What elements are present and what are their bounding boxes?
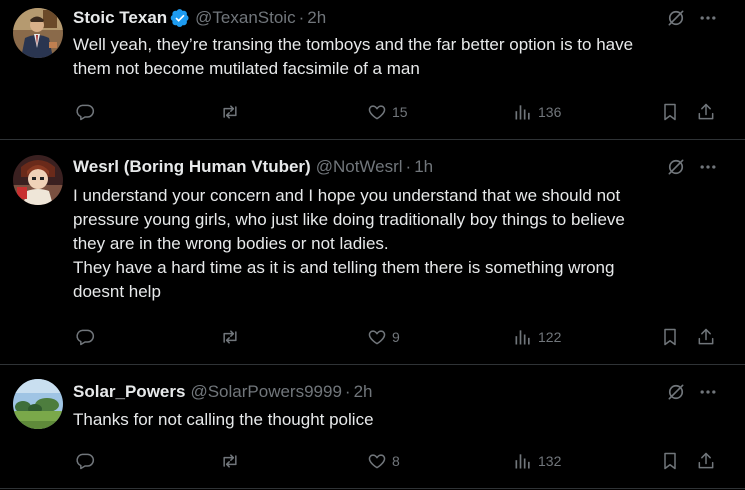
avatar-image-landscape <box>13 379 63 429</box>
share-icon <box>698 328 714 345</box>
avatar[interactable] <box>13 8 63 58</box>
grok-icon[interactable] <box>664 380 688 404</box>
bookmark-button[interactable] <box>660 100 680 124</box>
repost-icon <box>223 330 237 344</box>
like-count: 9 <box>392 329 400 345</box>
reply-icon <box>76 453 95 470</box>
view-count: 122 <box>538 329 562 345</box>
share-icon <box>698 103 714 120</box>
heart-icon <box>368 105 386 120</box>
separator-dot: · <box>405 157 412 176</box>
like-count: 15 <box>392 104 408 120</box>
tweet-actions: 9 122 <box>73 325 723 349</box>
view-count: 136 <box>538 104 562 120</box>
more-options-icon[interactable] <box>696 6 720 30</box>
reply-button[interactable] <box>75 325 100 349</box>
like-button[interactable]: 15 <box>367 100 408 124</box>
user-handle[interactable]: @SolarPowers9999 <box>190 381 341 403</box>
more-options-icon[interactable] <box>696 155 720 179</box>
grok-icon[interactable] <box>664 155 688 179</box>
display-name[interactable]: Solar_Powers <box>73 381 185 403</box>
reply-button[interactable] <box>75 449 100 473</box>
avatar[interactable] <box>13 155 63 205</box>
tweet-actions: 15 136 <box>73 100 723 124</box>
tweet-text-line: pressure young girls, who just like doin… <box>73 210 625 229</box>
timestamp[interactable]: 1h <box>414 156 433 178</box>
view-count: 132 <box>538 453 562 469</box>
bookmark-icon <box>664 328 676 346</box>
views-icon <box>515 330 530 345</box>
heart-icon <box>368 330 386 345</box>
tweet-text-line: them not become mutilated facsimile of a… <box>73 59 420 78</box>
views-icon <box>515 454 530 469</box>
user-handle[interactable]: @NotWesrl <box>316 156 403 178</box>
share-button[interactable] <box>696 100 716 124</box>
views-button[interactable]: 136 <box>513 100 561 124</box>
bookmark-icon <box>664 452 676 470</box>
bookmark-icon <box>664 103 676 121</box>
separator-dot: · <box>298 8 305 27</box>
like-button[interactable]: 9 <box>367 325 400 349</box>
avatar[interactable] <box>13 379 63 429</box>
repost-button[interactable] <box>220 325 245 349</box>
avatar-image-man-in-suit <box>13 8 63 58</box>
repost-button[interactable] <box>220 449 245 473</box>
like-button[interactable]: 8 <box>367 449 400 473</box>
tweet[interactable]: Wesrl (Boring Human Vtuber) @NotWesrl · … <box>0 140 745 364</box>
repost-icon <box>223 454 237 468</box>
tweet[interactable]: Stoic Texan @TexanStoic · 2h Well yeah, … <box>0 0 745 139</box>
reply-icon <box>76 104 95 121</box>
like-count: 8 <box>392 453 400 469</box>
verified-badge-icon[interactable] <box>170 8 190 28</box>
repost-button[interactable] <box>220 100 245 124</box>
bookmark-button[interactable] <box>660 325 680 349</box>
tweet-text-line: They have a hard time as it is and telli… <box>73 258 615 277</box>
heart-icon <box>368 454 386 469</box>
tweet-text-line: doesnt help <box>73 282 161 301</box>
tweet-text-line: Well yeah, they’re transing the tomboys … <box>73 35 634 54</box>
tweet-text-line: Thanks for not calling the thought polic… <box>73 410 374 429</box>
tweet-divider <box>0 488 745 489</box>
views-button[interactable]: 122 <box>513 325 561 349</box>
tweet-actions: 8 132 <box>73 449 723 473</box>
tweet[interactable]: Solar_Powers @SolarPowers9999 · 2h Thank… <box>0 365 745 490</box>
user-handle[interactable]: @TexanStoic <box>195 7 295 29</box>
repost-icon <box>223 105 237 119</box>
grok-icon[interactable] <box>664 6 688 30</box>
tweet-text: Thanks for not calling the thought polic… <box>73 408 723 432</box>
tweet-text-line: they are in the wrong bodies or not ladi… <box>73 234 389 253</box>
display-name[interactable]: Wesrl (Boring Human Vtuber) <box>73 156 311 178</box>
avatar-image-vtuber <box>13 155 63 205</box>
separator-dot: · <box>344 382 351 401</box>
timestamp[interactable]: 2h <box>354 381 373 403</box>
reply-icon <box>76 329 95 346</box>
share-button[interactable] <box>696 325 716 349</box>
tweet-text-line: I understand your concern and I hope you… <box>73 186 621 205</box>
timestamp[interactable]: 2h <box>307 7 326 29</box>
tweet-text: I understand your concern and I hope you… <box>73 184 723 304</box>
more-options-icon[interactable] <box>696 380 720 404</box>
views-button[interactable]: 132 <box>513 449 561 473</box>
bookmark-button[interactable] <box>660 449 680 473</box>
tweet-text: Well yeah, they’re transing the tomboys … <box>73 33 723 81</box>
reply-button[interactable] <box>75 100 100 124</box>
share-icon <box>698 452 714 469</box>
display-name[interactable]: Stoic Texan <box>73 7 167 29</box>
views-icon <box>515 105 530 120</box>
share-button[interactable] <box>696 449 716 473</box>
